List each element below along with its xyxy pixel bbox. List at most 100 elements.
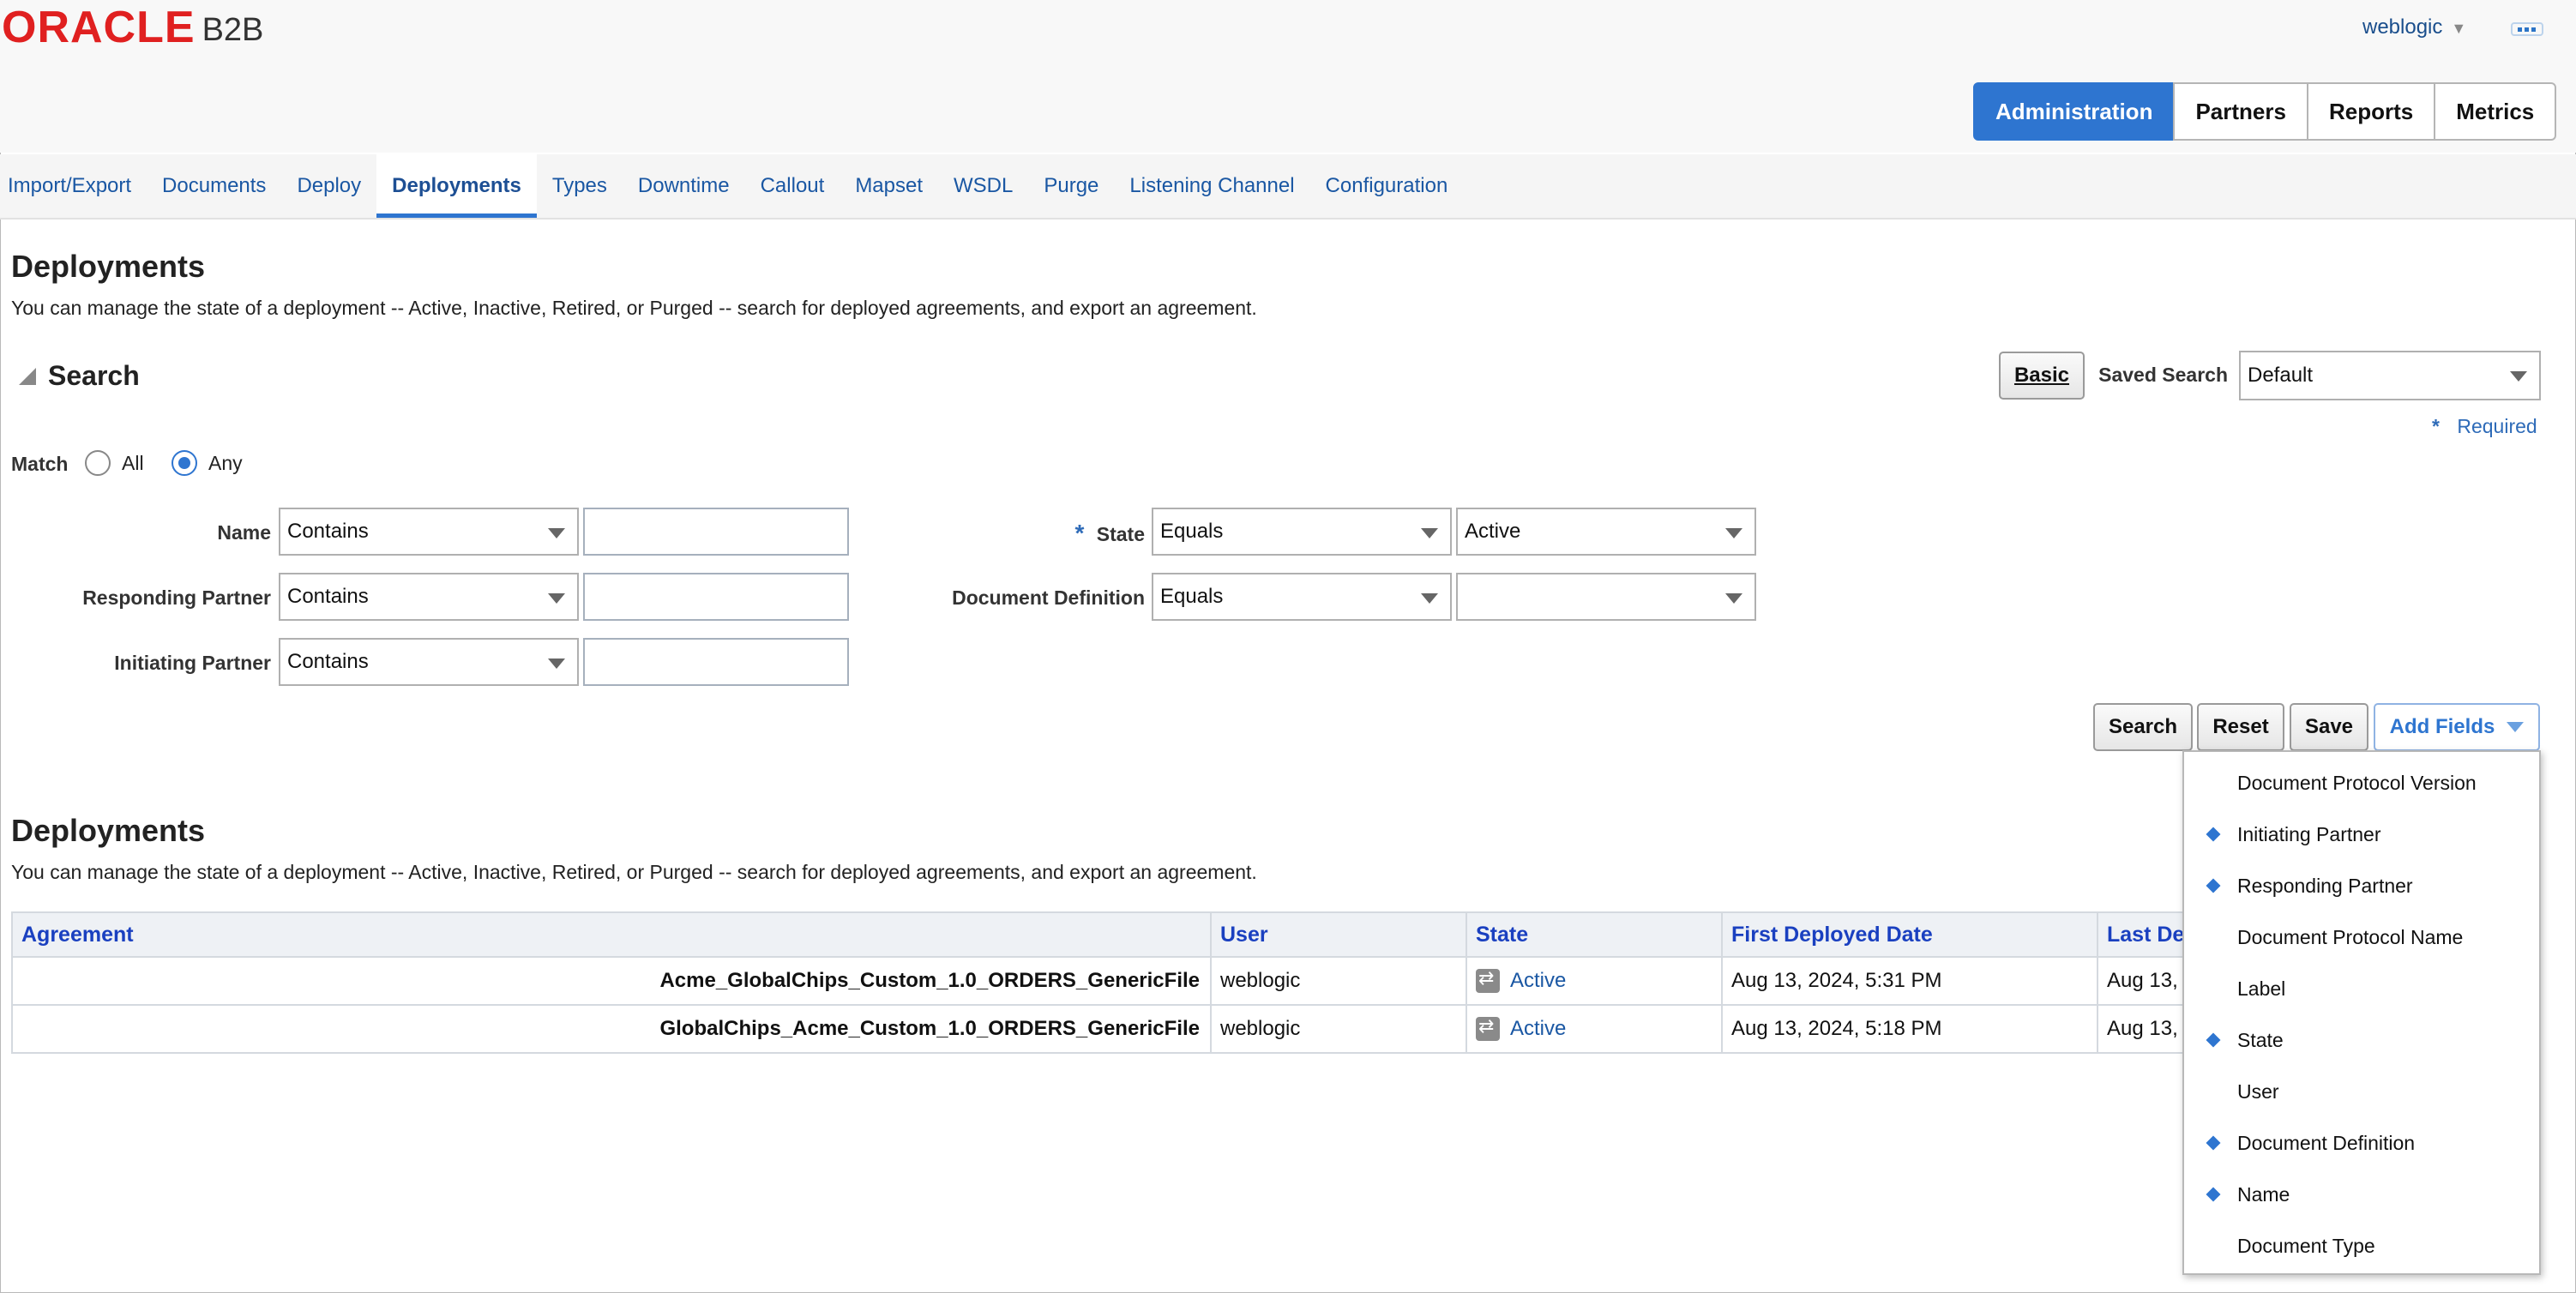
chevron-down-icon: ▼	[2451, 20, 2467, 37]
state-toggle-icon[interactable]	[1476, 1015, 1500, 1041]
responding-partner-input[interactable]	[583, 573, 849, 621]
basic-button-label: Basic	[2013, 364, 2070, 387]
subtab-deploy[interactable]: Deploy	[281, 154, 376, 218]
basic-button[interactable]: Basic	[1999, 352, 2085, 400]
tab-administration[interactable]: Administration	[1973, 82, 2176, 141]
subtab-types[interactable]: Types	[537, 154, 623, 218]
subtab-deployments[interactable]: Deployments	[376, 154, 537, 218]
subtab-import-export[interactable]: Import/Export	[0, 154, 147, 218]
menu-item-label: State	[2237, 1028, 2284, 1051]
tab-reports[interactable]: Reports	[2306, 82, 2436, 141]
menu-item-document-definition[interactable]: Document Definition	[2184, 1117, 2539, 1169]
add-fields-button[interactable]: Add Fields	[2374, 703, 2540, 751]
logo-product-text: B2B	[202, 12, 264, 48]
match-label: Match	[11, 453, 69, 475]
user-menu[interactable]: weblogic ▼	[2362, 15, 2466, 39]
name-operator-select[interactable]: Contains	[279, 508, 579, 556]
document-definition-label: Document Definition	[952, 586, 1145, 609]
results-description: You can manage the state of a deployment…	[11, 861, 1257, 883]
menu-item-name[interactable]: Name	[2184, 1169, 2539, 1220]
chevron-down-icon	[548, 593, 565, 604]
column-agreement[interactable]: Agreement	[13, 913, 1212, 956]
subtab-downtime[interactable]: Downtime	[623, 154, 745, 218]
match-all-radio[interactable]	[85, 450, 111, 476]
subtab-configuration[interactable]: Configuration	[1310, 154, 1464, 218]
chevron-down-icon	[1725, 528, 1742, 538]
state-value: Active	[1465, 520, 1521, 543]
state-toggle-icon[interactable]	[1476, 967, 1500, 993]
search-button[interactable]: Search	[2093, 703, 2193, 751]
reset-button[interactable]: Reset	[2197, 703, 2284, 751]
match-all-label: All	[122, 452, 144, 474]
menu-item-initiating-partner[interactable]: Initiating Partner	[2184, 809, 2539, 860]
subtab-purge[interactable]: Purge	[1028, 154, 1114, 218]
table-row[interactable]: GlobalChips_Acme_Custom_1.0_ORDERS_Gener…	[11, 1006, 2241, 1054]
menu-item-user[interactable]: User	[2184, 1066, 2539, 1117]
subtab-listening-channel[interactable]: Listening Channel	[1114, 154, 1309, 218]
chevron-down-icon	[1421, 593, 1438, 604]
subtab-mapset[interactable]: Mapset	[840, 154, 938, 218]
table-row[interactable]: Acme_GlobalChips_Custom_1.0_ORDERS_Gener…	[11, 958, 2241, 1006]
chevron-down-icon	[548, 528, 565, 538]
menu-item-label: Document Type	[2237, 1234, 2375, 1257]
menu-item-label-field[interactable]: Label	[2184, 963, 2539, 1014]
menu-item-label: Responding Partner	[2237, 874, 2413, 897]
menu-item-responding-partner[interactable]: Responding Partner	[2184, 860, 2539, 911]
menu-item-document-protocol-version[interactable]: Document Protocol Version	[2184, 757, 2539, 809]
collapse-triangle-icon[interactable]	[19, 367, 36, 385]
tab-partners[interactable]: Partners	[2173, 82, 2308, 141]
subtab-callout[interactable]: Callout	[745, 154, 840, 218]
state-label: * State	[900, 520, 1145, 547]
menu-item-state[interactable]: State	[2184, 1014, 2539, 1066]
state-link[interactable]: Active	[1510, 1017, 1566, 1041]
state-operator-select[interactable]: Equals	[1152, 508, 1452, 556]
document-definition-operator-select[interactable]: Equals	[1152, 573, 1452, 621]
menu-item-label: Document Protocol Version	[2237, 771, 2477, 794]
menu-item-label: Name	[2237, 1182, 2290, 1206]
responding-partner-operator-select[interactable]: Contains	[279, 573, 579, 621]
chevron-down-icon	[548, 659, 565, 669]
required-star: *	[2432, 415, 2440, 437]
tab-metrics[interactable]: Metrics	[2434, 82, 2557, 141]
search-section-header[interactable]: Search	[19, 360, 140, 392]
more-options-icon[interactable]	[2511, 22, 2543, 36]
column-user[interactable]: User	[1212, 913, 1467, 956]
oracle-b2b-logo: ORACLE B2B	[2, 5, 263, 50]
initiating-partner-input[interactable]	[583, 638, 849, 686]
page-title: Deployments	[11, 249, 206, 284]
save-button[interactable]: Save	[2290, 703, 2368, 751]
responding-partner-operator-value: Contains	[287, 585, 369, 608]
name-input[interactable]	[583, 508, 849, 556]
saved-search-select[interactable]: Default	[2239, 351, 2541, 400]
menu-item-label: Document Definition	[2237, 1131, 2416, 1154]
chevron-down-icon	[1421, 528, 1438, 538]
subtab-wsdl[interactable]: WSDL	[938, 154, 1028, 218]
page-description: You can manage the state of a deployment…	[11, 297, 1257, 319]
column-first-deployed-date[interactable]: First Deployed Date	[1723, 913, 2098, 956]
column-state[interactable]: State	[1467, 913, 1723, 956]
state-value-select[interactable]: Active	[1456, 508, 1756, 556]
app-header: ORACLE B2B weblogic ▼ Administration Part…	[0, 0, 2576, 153]
match-any-radio[interactable]	[172, 450, 197, 476]
responding-partner-label: Responding Partner	[82, 586, 271, 609]
chevron-down-icon	[2507, 722, 2525, 732]
subtab-documents[interactable]: Documents	[147, 154, 281, 218]
document-definition-value-select[interactable]	[1456, 573, 1756, 621]
menu-item-document-type[interactable]: Document Type	[2184, 1220, 2539, 1272]
saved-search-value: Default	[2248, 364, 2314, 387]
state-cell: Active	[1467, 958, 1723, 1004]
state-required-star: *	[1074, 520, 1085, 546]
state-link[interactable]: Active	[1510, 969, 1566, 993]
chevron-down-icon	[1725, 593, 1742, 604]
menu-item-document-protocol-name[interactable]: Document Protocol Name	[2184, 911, 2539, 963]
agreement-cell: Acme_GlobalChips_Custom_1.0_ORDERS_Gener…	[13, 958, 1212, 1004]
selected-diamond-icon	[2206, 1187, 2221, 1202]
search-title: Search	[48, 360, 140, 391]
selected-diamond-icon	[2206, 1032, 2221, 1048]
menu-item-label: Label	[2237, 977, 2286, 1000]
logo-oracle-text: ORACLE	[2, 3, 196, 52]
initiating-partner-operator-select[interactable]: Contains	[279, 638, 579, 686]
first-deployed-cell: Aug 13, 2024, 5:18 PM	[1723, 1006, 2098, 1052]
user-cell: weblogic	[1212, 958, 1467, 1004]
document-definition-operator-value: Equals	[1160, 585, 1224, 608]
